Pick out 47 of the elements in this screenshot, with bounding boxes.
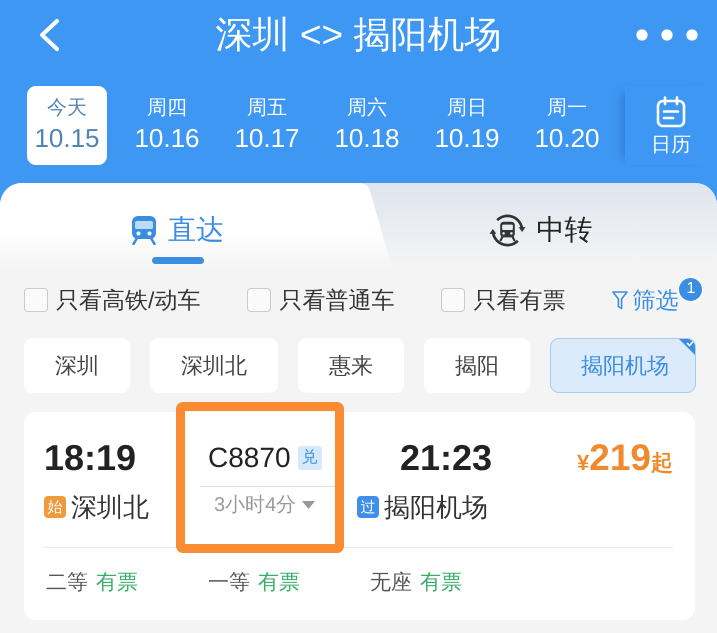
arrival-station: 揭阳机场: [384, 492, 488, 522]
train-icon: [131, 215, 157, 245]
date-tab[interactable]: 周一 10.20: [527, 86, 607, 165]
train-card[interactable]: 18:19 始 深圳北 C8870 兑 3小时4分 21:23 过 揭阳机场 ¥219起 二等 有票 一等 有票 无座 有票: [24, 412, 695, 620]
departure-station: 深圳北: [71, 492, 149, 522]
station-chip[interactable]: 惠来: [298, 338, 404, 393]
station-chip[interactable]: 深圳: [24, 338, 130, 393]
ticket-status: 有票: [96, 570, 138, 596]
transfer-train-icon: [488, 212, 526, 248]
filter-option[interactable]: 只看普通车: [247, 286, 394, 314]
station-chip[interactable]: 揭阳: [424, 338, 530, 393]
arrival-time: 21:23: [399, 436, 494, 480]
filter-icon: [612, 290, 628, 310]
calendar-icon: [656, 96, 686, 128]
date-tab[interactable]: 今天 10.15: [27, 86, 107, 165]
checkbox[interactable]: [441, 288, 466, 312]
check-corner-icon: [679, 339, 695, 355]
price-text: ¥219起: [577, 436, 673, 480]
filter-button[interactable]: 筛选: [612, 286, 678, 314]
checkbox[interactable]: [24, 288, 48, 312]
selected-underline: [152, 257, 204, 264]
seat-class: 一等: [208, 570, 250, 596]
filter-option[interactable]: 只看高铁/动车: [24, 286, 200, 314]
station-tag: 始: [44, 496, 66, 518]
departure-time: 18:19: [44, 436, 138, 480]
filter-option[interactable]: 只看有票: [441, 286, 566, 314]
ticket-status: 有票: [420, 570, 462, 596]
ticket-status: 有票: [258, 570, 300, 596]
back-icon[interactable]: [38, 18, 60, 52]
station-chip[interactable]: 揭阳机场: [550, 338, 696, 393]
checkbox[interactable]: [247, 288, 272, 312]
calendar-button[interactable]: 日历: [625, 86, 717, 165]
date-tab[interactable]: 周四 10.16: [127, 86, 207, 165]
ticket-tag: 兑: [298, 446, 322, 470]
seat-class: 无座: [370, 570, 412, 596]
date-tab[interactable]: 周五 10.17: [227, 86, 307, 165]
duration-toggle[interactable]: 3小时4分: [214, 493, 316, 517]
more-icon[interactable]: [636, 29, 698, 41]
caret-down-icon: [302, 501, 316, 509]
seat-class: 二等: [46, 570, 88, 596]
count-badge: 1: [678, 276, 704, 302]
station-tag: 过: [357, 496, 379, 518]
route-title: 深圳 <> 揭阳机场: [214, 12, 502, 57]
station-chip[interactable]: 深圳北: [150, 338, 278, 393]
date-tab[interactable]: 周六 10.18: [327, 86, 407, 165]
date-tab[interactable]: 周日 10.19: [427, 86, 507, 165]
train-number: C8870: [208, 441, 291, 475]
